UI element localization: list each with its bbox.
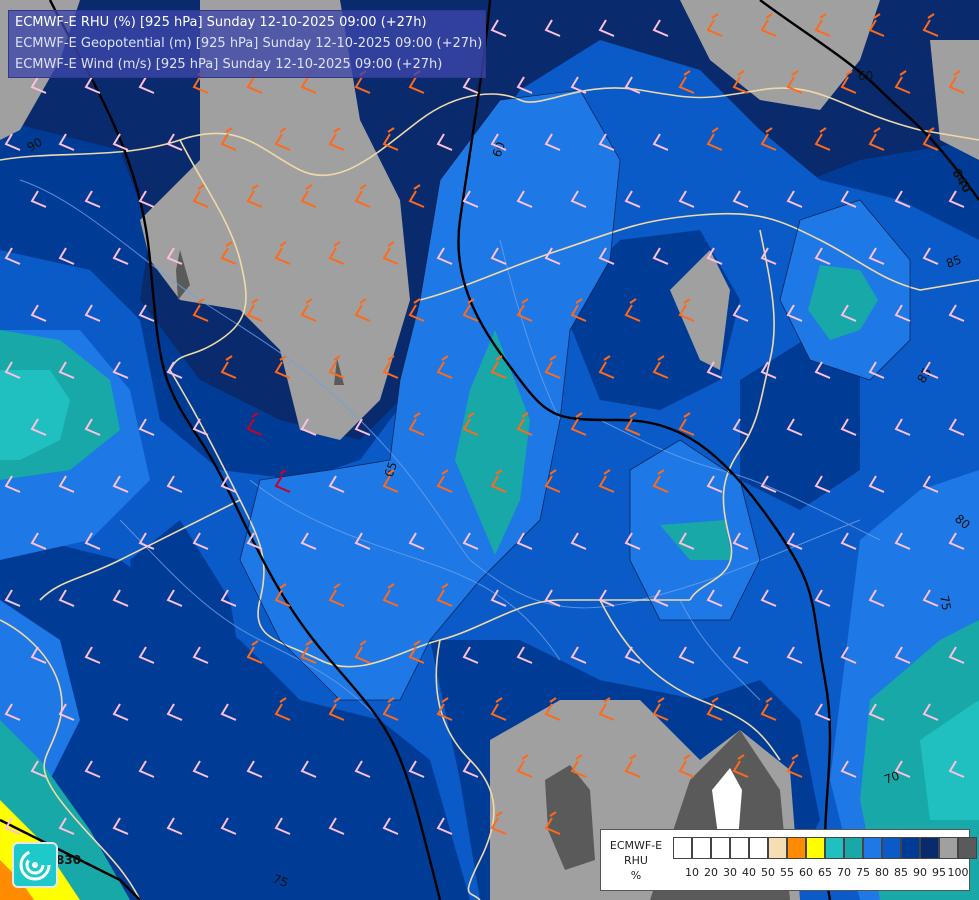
legend-swatch (730, 837, 749, 859)
map-canvas: 60 60 65 70 75 75 80 80 85 85 90 840 830 (0, 0, 979, 900)
legend-swatch (825, 837, 844, 859)
map-title-box: ECMWF-E RHU (%) [925 hPa] Sunday 12-10-2… (8, 10, 486, 78)
title-rhu: ECMWF-E RHU (%) [925 hPa] Sunday 12-10-2… (15, 15, 427, 30)
legend-swatch (958, 837, 977, 859)
legend-tick-label: 10 (685, 866, 699, 879)
legend-tick-label: 90 (913, 866, 927, 879)
color-legend: ECMWF-E RHU % 10 20 30 40 50 55 60 65 70 75 80 85 90… (600, 829, 977, 891)
legend-tick-label: 95 (932, 866, 946, 879)
legend-swatch (863, 837, 882, 859)
legend-swatch (920, 837, 939, 859)
legend-tick-label: 50 (761, 866, 775, 879)
legend-swatch (844, 837, 863, 859)
legend-swatch (692, 837, 711, 859)
legend-tick-label: 85 (894, 866, 908, 879)
legend-tick-label: 20 (704, 866, 718, 879)
contour-label-geo-830: 830 (56, 853, 81, 867)
legend-tick-label: 70 (837, 866, 851, 879)
contour-label-rh-60b: 60 (858, 69, 873, 83)
legend-swatch (806, 837, 825, 859)
legend-unit: % (630, 869, 642, 882)
legend-tick-label: 40 (742, 866, 756, 879)
legend-tick-label: 100 (947, 866, 969, 879)
legend-swatch (939, 837, 958, 859)
legend-swatch (787, 837, 806, 859)
legend-swatch (749, 837, 768, 859)
legend-title: ECMWF-E RHU % (605, 838, 667, 883)
legend-tick-label: 65 (818, 866, 832, 879)
ecmwf-logo-icon (12, 842, 58, 888)
legend-swatch (901, 837, 920, 859)
legend-tick-label: 80 (875, 866, 889, 879)
title-wind: ECMWF-E Wind (m/s) [925 hPa] Sunday 12-1… (15, 57, 443, 72)
title-geopotential: ECMWF-E Geopotential (m) [925 hPa] Sunda… (15, 36, 483, 51)
contour-label-rh-75: 75 (937, 594, 953, 611)
legend-title-model: ECMWF-E (609, 839, 663, 852)
legend-swatch (768, 837, 787, 859)
legend-tick-label: 75 (856, 866, 870, 879)
legend-tick-label: 60 (799, 866, 813, 879)
legend-swatch (882, 837, 901, 859)
legend-title-variable: RHU (624, 854, 648, 867)
legend-tick-label: 55 (780, 866, 794, 879)
legend-tick-label: 30 (723, 866, 737, 879)
legend-swatch (711, 837, 730, 859)
legend-swatch (673, 837, 692, 859)
